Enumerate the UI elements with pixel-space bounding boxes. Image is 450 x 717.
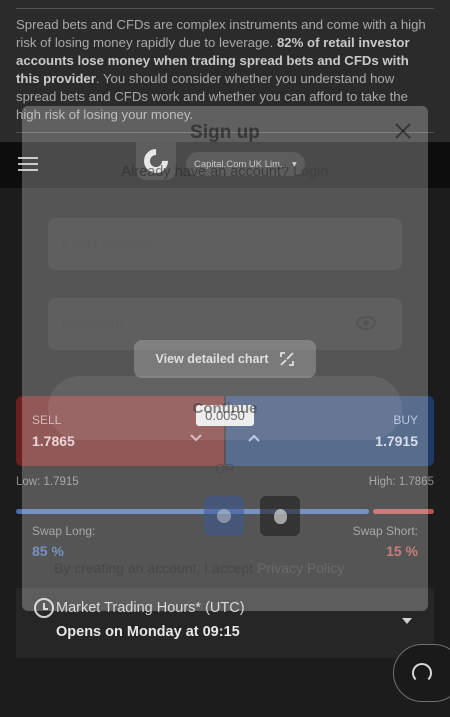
close-icon[interactable]	[394, 122, 412, 140]
apple-icon	[273, 508, 287, 524]
email-field[interactable]	[48, 218, 402, 270]
signup-modal: Sign up Already have an account? Login C…	[22, 106, 428, 611]
login-link[interactable]: Login	[293, 164, 328, 180]
password-field[interactable]	[48, 298, 402, 350]
eye-icon[interactable]	[356, 316, 376, 330]
email-field-wrap	[48, 218, 402, 270]
login-prompt: Already have an account? Login	[22, 164, 428, 180]
facebook-signin-button[interactable]	[204, 496, 244, 536]
terms-text: By creating an account, I accept Privacy…	[54, 560, 344, 576]
modal-title: Sign up	[190, 122, 260, 143]
password-field-wrap	[48, 298, 402, 350]
apple-signin-button[interactable]	[260, 496, 300, 536]
login-prompt-text: Already have an account?	[121, 164, 290, 180]
privacy-policy-link[interactable]: Privacy Policy	[257, 560, 344, 576]
terms-prefix: By creating an account, I accept	[54, 560, 254, 576]
or-divider: OR	[215, 461, 235, 476]
facebook-icon	[217, 509, 231, 523]
continue-button[interactable]: Continue	[48, 376, 402, 440]
